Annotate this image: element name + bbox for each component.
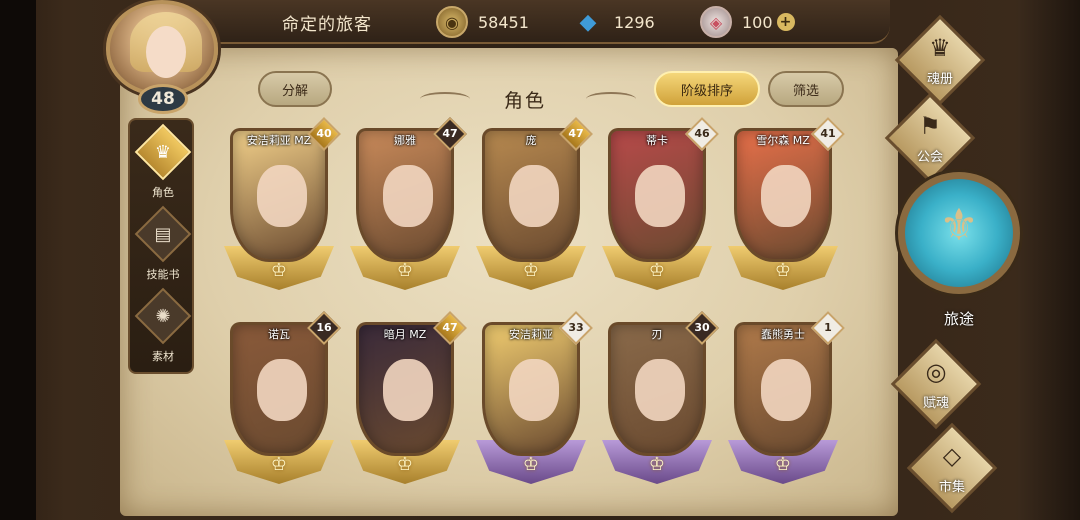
nav-label: 魂册 xyxy=(926,72,953,87)
hero-level: 33 xyxy=(568,321,584,334)
title-ornament-right xyxy=(586,92,636,106)
hero-level: 46 xyxy=(694,127,710,140)
endow-soul-button[interactable]: ◎ 赋魂 xyxy=(890,338,982,430)
journey-label: 旅途 xyxy=(943,310,974,328)
rank-crown-icon: ♔ xyxy=(522,260,540,281)
right-edge xyxy=(1018,0,1080,520)
gold-value: 58451 xyxy=(478,12,529,32)
hero-card[interactable]: 娜雅 47 ♔ xyxy=(346,117,467,294)
rank-crown-icon: ♔ xyxy=(774,260,792,281)
hero-level: 16 xyxy=(316,321,332,334)
tab-label: 技能书 xyxy=(146,268,180,281)
hero-card[interactable]: 诺瓦 16 ♔ xyxy=(220,311,341,488)
hero-level: 40 xyxy=(316,127,332,140)
guild-banner-icon: ⚑ xyxy=(919,112,941,140)
hero-portrait xyxy=(482,322,580,456)
tab-characters[interactable]: ♛ 角色 xyxy=(130,123,196,208)
spiral-icon: ◎ xyxy=(925,358,947,386)
helmet-icon: ♛ xyxy=(929,34,951,62)
hero-card[interactable]: 蠢熊勇士 1 ♔ xyxy=(724,311,845,488)
gem-icon: ◇ xyxy=(942,442,962,470)
hero-face xyxy=(383,359,433,421)
hero-portrait xyxy=(482,128,580,262)
hero-card[interactable]: 刃 30 ♔ xyxy=(598,311,719,488)
hero-portrait xyxy=(230,128,328,262)
crystal-value: 100 xyxy=(742,12,773,32)
journey-button[interactable]: ⚜ 旅途 xyxy=(898,172,1020,332)
hero-face xyxy=(509,165,559,227)
rank-crown-icon: ♔ xyxy=(648,260,666,281)
hero-card[interactable]: 雪尔森 MZ 41 ♔ xyxy=(724,117,845,294)
avatar-face xyxy=(146,26,186,78)
helmet-icon: ♛ xyxy=(154,142,172,163)
gold-counter: ◉ 58451 xyxy=(436,6,529,38)
sort-by-rank-button[interactable]: 阶级排序 xyxy=(654,71,760,107)
hero-portrait xyxy=(734,322,832,456)
hero-level: 47 xyxy=(442,321,458,334)
hero-face xyxy=(257,165,307,227)
hero-face xyxy=(635,359,685,421)
player-level-badge: 48 xyxy=(138,84,188,114)
hero-portrait xyxy=(608,322,706,456)
hero-face xyxy=(257,359,307,421)
nav-label: 公会 xyxy=(916,150,943,165)
decompose-button[interactable]: 分解 xyxy=(258,71,332,107)
hero-card[interactable]: 安洁莉亚 MZ 40 ♔ xyxy=(220,117,341,294)
tab-label: 角色 xyxy=(152,186,174,199)
rank-crown-icon: ♔ xyxy=(396,454,414,475)
hero-level: 41 xyxy=(820,127,836,140)
hero-portrait xyxy=(356,128,454,262)
filter-button[interactable]: 筛选 xyxy=(768,71,844,107)
hero-level: 30 xyxy=(694,321,710,334)
hero-card[interactable]: 暗月 MZ 47 ♔ xyxy=(346,311,467,488)
hero-face xyxy=(761,359,811,421)
hero-face xyxy=(761,165,811,227)
left-edge xyxy=(0,0,36,520)
rank-crown-icon: ♔ xyxy=(396,260,414,281)
gold-coin-icon: ◉ xyxy=(436,6,468,38)
player-name: 命定的旅客 xyxy=(282,15,372,35)
left-category-tabs: ♛ 角色 ▤ 技能书 ✺ 素材 xyxy=(128,118,194,374)
tab-skill-books[interactable]: ▤ 技能书 xyxy=(130,205,196,290)
rank-crown-icon: ♔ xyxy=(270,260,288,281)
tab-materials[interactable]: ✺ 素材 xyxy=(130,287,196,372)
hero-portrait xyxy=(356,322,454,456)
hero-level: 47 xyxy=(442,127,458,140)
nav-label: 赋魂 xyxy=(922,396,949,411)
title-ornament-left xyxy=(420,92,470,106)
crystal-counter[interactable]: ◈ 100 + xyxy=(700,6,795,38)
player-avatar[interactable]: 48 xyxy=(98,0,228,114)
gem-value: 1296 xyxy=(614,12,655,32)
skill-book-icon: ▤ xyxy=(154,224,172,245)
hero-portrait xyxy=(230,322,328,456)
gem-counter: ◆ 1296 xyxy=(572,6,655,38)
blue-gem-icon: ◆ xyxy=(579,9,597,35)
section-title: 角色 xyxy=(503,90,546,112)
hero-face xyxy=(383,165,433,227)
add-crystal-button[interactable]: + xyxy=(776,13,795,31)
rank-crown-icon: ♔ xyxy=(522,454,540,475)
hero-card[interactable]: 蒂卡 46 ♔ xyxy=(598,117,719,294)
hero-card[interactable]: 安洁莉亚 33 ♔ xyxy=(472,311,593,488)
soul-book-button[interactable]: ♛ 魂册 xyxy=(894,14,986,106)
hero-portrait xyxy=(608,128,706,262)
hero-level: 47 xyxy=(568,127,584,140)
hero-card[interactable]: 庞 47 ♔ xyxy=(472,117,593,294)
rank-crown-icon: ♔ xyxy=(648,454,666,475)
trident-icon: ⚜ xyxy=(939,200,979,251)
nav-label: 市集 xyxy=(938,480,965,495)
material-icon: ✺ xyxy=(155,306,171,327)
tab-label: 素材 xyxy=(152,350,174,363)
rank-crown-icon: ♔ xyxy=(270,454,288,475)
avatar-portrait xyxy=(106,0,218,96)
hero-level: 1 xyxy=(824,321,832,334)
guild-button[interactable]: ⚑ 公会 xyxy=(884,92,976,184)
market-button[interactable]: ◇ 市集 xyxy=(906,422,998,514)
hero-face xyxy=(635,165,685,227)
hero-portrait xyxy=(734,128,832,262)
crystal-icon: ◈ xyxy=(700,6,732,38)
hero-face xyxy=(509,359,559,421)
rank-crown-icon: ♔ xyxy=(774,454,792,475)
